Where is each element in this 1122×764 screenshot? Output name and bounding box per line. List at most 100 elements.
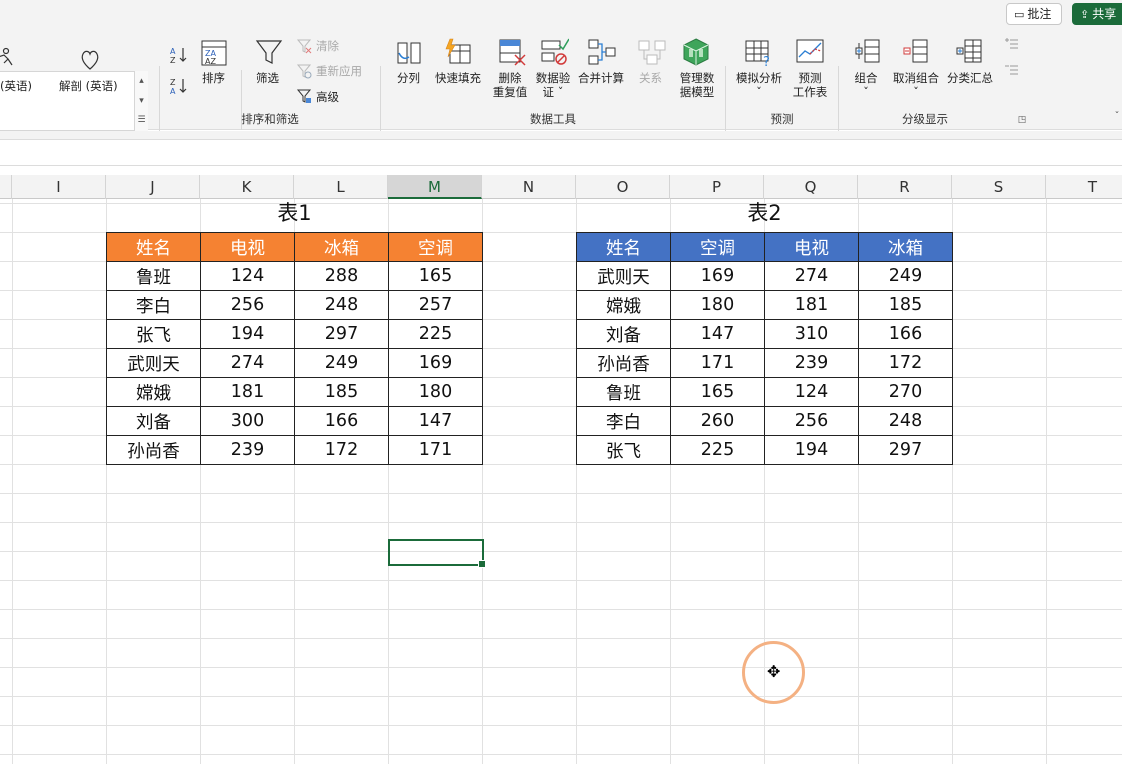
header-cell[interactable]: 姓名 — [106, 232, 201, 262]
gallery-scroll[interactable]: ▴ ▾ ☰ — [134, 71, 148, 131]
column-header[interactable]: J — [106, 175, 200, 199]
filter-button[interactable]: 筛选 — [256, 71, 279, 85]
column-header[interactable]: K — [200, 175, 294, 199]
hide-detail-icon[interactable] — [1004, 62, 1020, 78]
table-cell[interactable]: 孙尚香 — [576, 348, 671, 378]
table-cell[interactable]: 180 — [670, 290, 765, 320]
flash-fill-button[interactable]: 快速填充 — [435, 71, 481, 85]
table-cell[interactable]: 256 — [200, 290, 295, 320]
column-header[interactable]: I — [12, 175, 106, 199]
reapply-button[interactable]: 重新应用 — [316, 64, 362, 78]
table-cell[interactable]: 274 — [764, 261, 859, 291]
table-cell[interactable]: 嫦娥 — [106, 377, 201, 407]
table-cell[interactable]: 256 — [764, 406, 859, 436]
table-cell[interactable]: 169 — [388, 348, 483, 378]
table-cell[interactable]: 248 — [294, 290, 389, 320]
data-validation-button[interactable]: 数据验证 ˇ — [532, 71, 574, 99]
table-cell[interactable]: 239 — [764, 348, 859, 378]
table-cell[interactable]: 172 — [858, 348, 953, 378]
what-if-analysis-button[interactable]: 模拟分析 ˇ — [733, 71, 785, 99]
table-cell[interactable]: 181 — [764, 290, 859, 320]
sort-az-icon[interactable]: AZ — [169, 44, 189, 66]
table-cell[interactable]: 124 — [764, 377, 859, 407]
table-cell[interactable]: 鲁班 — [106, 261, 201, 291]
formula-bar[interactable] — [0, 139, 1122, 166]
column-header[interactable]: N — [482, 175, 576, 199]
more-icon[interactable]: ☰ — [135, 111, 148, 129]
header-cell[interactable]: 冰箱 — [294, 232, 389, 262]
table-cell[interactable]: 249 — [294, 348, 389, 378]
column-header[interactable]: Q — [764, 175, 858, 199]
table-cell[interactable]: 武则天 — [576, 261, 671, 291]
column-header[interactable]: P — [670, 175, 764, 199]
header-cell[interactable]: 空调 — [388, 232, 483, 262]
subtotal-icon[interactable] — [954, 36, 986, 68]
table-cell[interactable]: 166 — [858, 319, 953, 349]
table-cell[interactable]: 239 — [200, 435, 295, 465]
table-cell[interactable]: 310 — [764, 319, 859, 349]
clear-button[interactable]: 清除 — [316, 39, 339, 53]
table-cell[interactable]: 225 — [670, 435, 765, 465]
header-cell[interactable]: 空调 — [670, 232, 765, 262]
table-cell[interactable]: 李白 — [576, 406, 671, 436]
table-cell[interactable]: 171 — [388, 435, 483, 465]
remove-duplicates-icon[interactable] — [496, 36, 528, 68]
gallery-item-1[interactable]: (英语) — [0, 79, 32, 93]
what-if-analysis-icon[interactable]: ? — [743, 36, 775, 68]
collapse-ribbon-icon[interactable]: ˇ — [1112, 110, 1122, 122]
table-cell[interactable]: 185 — [294, 377, 389, 407]
table-cell[interactable]: 166 — [294, 406, 389, 436]
advanced-button[interactable]: 高级 — [316, 90, 339, 104]
consolidate-button[interactable]: 合并计算 — [578, 71, 624, 85]
text-to-columns-button[interactable]: 分列 — [397, 71, 420, 85]
relationships-button[interactable]: 关系 — [639, 71, 662, 85]
dialog-launcher-icon[interactable]: ◳ — [1016, 114, 1028, 126]
table-cell[interactable]: 194 — [764, 435, 859, 465]
header-cell[interactable]: 冰箱 — [858, 232, 953, 262]
table-cell[interactable]: 171 — [670, 348, 765, 378]
sort-dialog-icon[interactable]: ZA AZ — [199, 38, 229, 68]
table-cell[interactable]: 165 — [388, 261, 483, 291]
table-cell[interactable]: 194 — [200, 319, 295, 349]
forecast-sheet-icon[interactable] — [794, 36, 826, 68]
table-cell[interactable]: 297 — [858, 435, 953, 465]
table-cell[interactable]: 249 — [858, 261, 953, 291]
table-cell[interactable]: 武则天 — [106, 348, 201, 378]
share-button[interactable]: ⇪ 共享 — [1072, 3, 1122, 25]
table-cell[interactable]: 257 — [388, 290, 483, 320]
header-cell[interactable]: 姓名 — [576, 232, 671, 262]
table-cell[interactable]: 刘备 — [576, 319, 671, 349]
table-cell[interactable]: 鲁班 — [576, 377, 671, 407]
table-cell[interactable]: 185 — [858, 290, 953, 320]
table-cell[interactable]: 147 — [388, 406, 483, 436]
chevron-up-icon[interactable]: ▴ — [135, 71, 148, 91]
ungroup-icon[interactable] — [900, 36, 932, 68]
column-header[interactable]: T — [1046, 175, 1122, 199]
table-cell[interactable]: 288 — [294, 261, 389, 291]
table-cell[interactable]: 225 — [388, 319, 483, 349]
table-cell[interactable]: 248 — [858, 406, 953, 436]
consolidate-icon[interactable] — [586, 36, 618, 68]
table-cell[interactable]: 180 — [388, 377, 483, 407]
table-cell[interactable]: 嫦娥 — [576, 290, 671, 320]
forecast-sheet-button[interactable]: 预测 工作表 — [788, 71, 832, 99]
table-cell[interactable]: 张飞 — [576, 435, 671, 465]
manage-data-model-button[interactable]: 管理数 据模型 — [676, 71, 718, 99]
group-icon[interactable] — [852, 36, 884, 68]
filter-funnel-icon[interactable] — [253, 36, 285, 68]
table-cell[interactable]: 169 — [670, 261, 765, 291]
column-header[interactable]: R — [858, 175, 952, 199]
sort-za-icon[interactable]: ZA — [169, 75, 189, 97]
remove-duplicates-button[interactable]: 删除 重复值 — [490, 71, 530, 99]
text-to-columns-icon[interactable] — [394, 38, 424, 68]
ungroup-button[interactable]: 取消组合 ˇ — [888, 71, 944, 99]
table-cell[interactable]: 孙尚香 — [106, 435, 201, 465]
column-header[interactable]: L — [294, 175, 388, 199]
table-cell[interactable]: 181 — [200, 377, 295, 407]
show-detail-icon[interactable] — [1004, 36, 1020, 52]
group-button[interactable]: 组合 ˇ — [848, 71, 884, 99]
table-cell[interactable]: 张飞 — [106, 319, 201, 349]
column-header[interactable]: M — [388, 175, 482, 199]
header-cell[interactable]: 电视 — [764, 232, 859, 262]
table-cell[interactable]: 274 — [200, 348, 295, 378]
